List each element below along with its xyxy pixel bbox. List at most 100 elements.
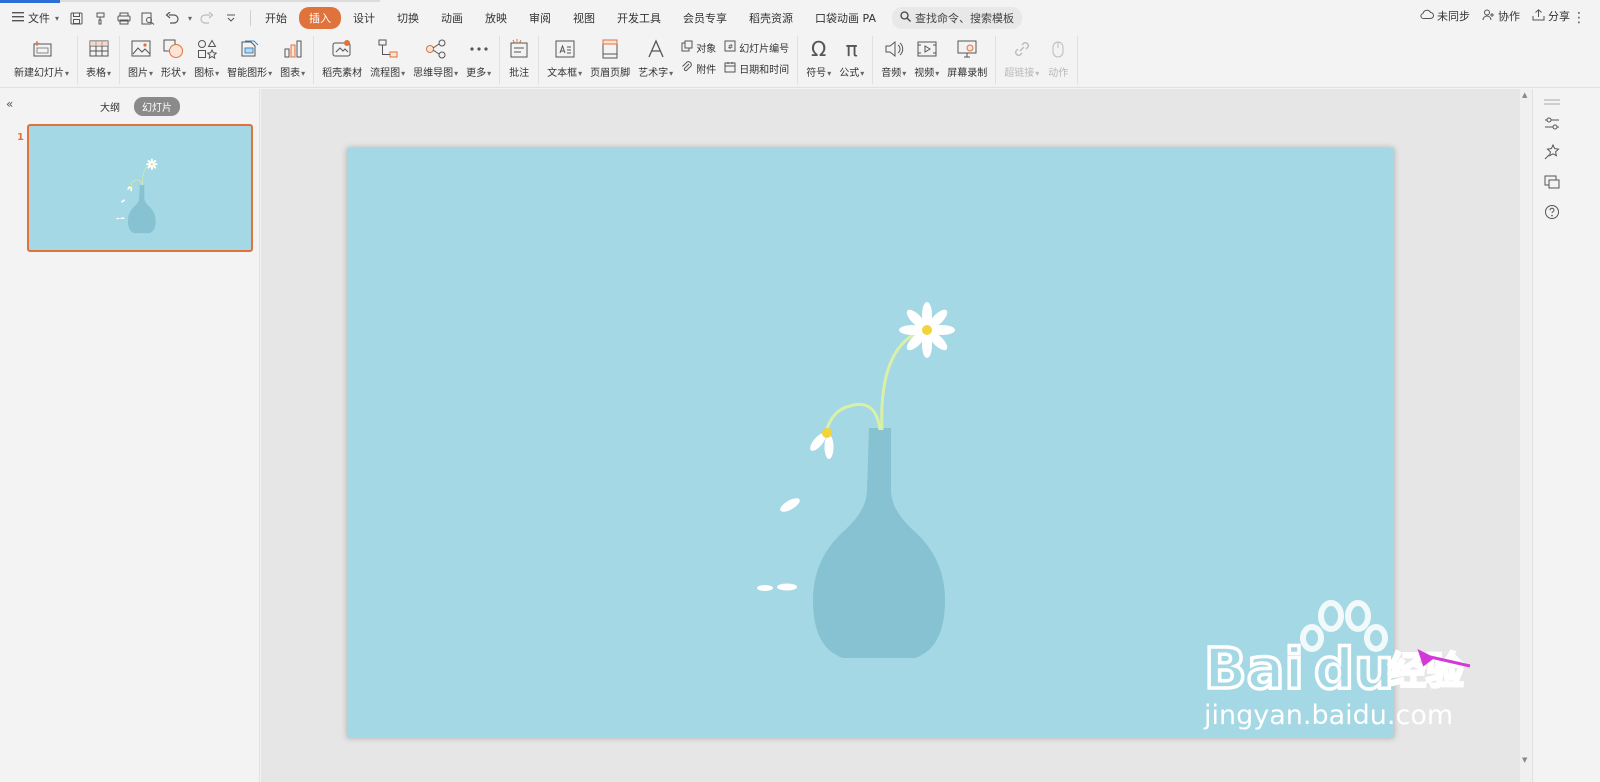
chevron-down-icon: ▾ <box>65 69 70 78</box>
tab-view[interactable]: 视图 <box>563 7 605 29</box>
video-button[interactable]: 视频▾ <box>910 36 943 79</box>
undo-icon[interactable] <box>163 9 181 27</box>
mindmap-button[interactable]: 思维导图▾ <box>409 36 462 79</box>
tab-review[interactable]: 审阅 <box>519 7 561 29</box>
flowchart-icon <box>377 38 399 60</box>
header-footer-button[interactable]: 页眉页脚 <box>586 36 634 79</box>
small-buttons-col-1: 对象 附件 <box>677 36 720 76</box>
paperclip-icon <box>681 61 693 76</box>
svg-text:#: # <box>728 43 734 51</box>
new-slide-button[interactable]: 新建幻灯片▾ <box>10 36 73 79</box>
picture-button[interactable]: 图片▾ <box>124 36 157 79</box>
audio-button[interactable]: 音频▾ <box>877 36 910 79</box>
slide-number: 1 <box>17 132 24 143</box>
scroll-down-icon[interactable]: ▼ <box>1522 756 1527 764</box>
smartart-button[interactable]: 智能图形▾ <box>223 36 276 79</box>
chevron-down-icon: ▾ <box>1035 69 1040 78</box>
hyperlink-button[interactable]: 超链接▾ <box>1000 36 1043 79</box>
more-button[interactable]: 更多▾ <box>462 36 495 79</box>
table-button[interactable]: 表格▾ <box>82 36 115 79</box>
docer-material-button[interactable]: 稻壳素材 <box>318 36 366 79</box>
slide-transition-icon[interactable] <box>1543 173 1561 191</box>
tab-developer[interactable]: 开发工具 <box>607 7 671 29</box>
mouse-icon <box>1047 38 1069 60</box>
action-button[interactable]: 动作 <box>1043 36 1073 79</box>
customize-toolbar-icon[interactable] <box>222 9 240 27</box>
file-menu[interactable]: 文件 ▾ <box>0 6 67 30</box>
hyperlink-label: 超链接 <box>1004 68 1035 79</box>
textbox-button[interactable]: 文本框▾ <box>543 36 586 79</box>
object-icon <box>681 40 693 55</box>
chevron-down-icon: ▾ <box>902 69 907 78</box>
symbol-button[interactable]: Ω 符号▾ <box>802 36 835 79</box>
shape-button[interactable]: 形状▾ <box>157 36 190 79</box>
new-slide-icon <box>31 38 53 60</box>
collapse-panel-icon[interactable]: « <box>6 97 13 111</box>
tab-member[interactable]: 会员专享 <box>673 7 737 29</box>
tab-animations[interactable]: 动画 <box>431 7 473 29</box>
tab-design[interactable]: 设计 <box>343 7 385 29</box>
date-time-button[interactable]: 日期和时间 <box>724 61 789 76</box>
table-icon <box>88 38 110 60</box>
slide-number-button[interactable]: # 幻灯片编号 <box>724 40 789 55</box>
help-icon[interactable] <box>1543 203 1561 221</box>
slide[interactable] <box>347 148 1394 738</box>
screen-record-button[interactable]: 屏幕录制 <box>943 36 991 79</box>
tab-home[interactable]: 开始 <box>255 7 297 29</box>
share-button[interactable]: 分享 <box>1532 8 1570 24</box>
save-icon[interactable] <box>67 9 85 27</box>
chevron-down-icon: ▾ <box>827 69 832 78</box>
comment-button[interactable]: 批注 <box>504 36 534 79</box>
chevron-down-icon: ▾ <box>107 69 112 78</box>
chevron-down-icon: ▾ <box>935 69 940 78</box>
sync-button[interactable]: 未同步 <box>1420 8 1470 24</box>
object-button[interactable]: 对象 <box>681 40 716 55</box>
pane-grip-icon <box>1543 93 1561 111</box>
collaborate-button[interactable]: 协作 <box>1482 8 1520 24</box>
vertical-scrollbar[interactable]: ▲ ▼ <box>1520 89 1532 782</box>
wordart-button[interactable]: 艺术字▾ <box>634 36 677 79</box>
symbol-label: 符号 <box>806 68 827 79</box>
flowchart-button[interactable]: 流程图▾ <box>366 36 409 79</box>
ellipsis-icon <box>468 38 490 60</box>
panel-view-tabs: 大纲 幻灯片 <box>92 97 180 116</box>
slide-thumbnail[interactable] <box>27 124 253 252</box>
tab-slides[interactable]: 幻灯片 <box>134 97 180 116</box>
tab-insert[interactable]: 插入 <box>299 7 342 29</box>
tab-slideshow[interactable]: 放映 <box>475 7 517 29</box>
properties-sliders-icon[interactable] <box>1543 115 1561 133</box>
undo-dropdown-icon[interactable]: ▾ <box>188 14 192 23</box>
file-menu-label: 文件 <box>28 12 50 25</box>
ribbon-group-illustrations: 图片▾ 形状▾ 图标▾ 智能图形▾ 图表▾ <box>120 36 315 84</box>
more-options-icon[interactable]: ⋮ <box>1572 10 1586 26</box>
chart-button[interactable]: 图表▾ <box>276 36 309 79</box>
redo-icon[interactable] <box>198 9 216 27</box>
menu-bar: 文件 ▾ ▾ 开始 插入 设计 切换 动画 放映 审阅 视图 开发工具 会员专享… <box>0 0 1600 36</box>
tab-docer-resources[interactable]: 稻壳资源 <box>739 7 803 29</box>
smartart-icon <box>239 38 261 60</box>
command-search[interactable]: 查找命令、搜索模板 <box>891 7 1022 29</box>
tab-transitions[interactable]: 切换 <box>387 7 429 29</box>
icon-button[interactable]: 图标▾ <box>190 36 223 79</box>
tab-outline[interactable]: 大纲 <box>92 97 128 116</box>
tab-pocket-animation[interactable]: 口袋动画 PA <box>805 7 886 29</box>
ribbon-group-comments: 批注 <box>500 36 540 84</box>
flowchart-label: 流程图 <box>370 68 401 79</box>
print-preview-icon[interactable] <box>139 9 157 27</box>
format-painter-icon[interactable] <box>91 9 109 27</box>
scroll-up-icon[interactable]: ▲ <box>1522 91 1527 99</box>
search-icon <box>900 11 911 25</box>
table-label: 表格 <box>86 68 107 79</box>
attachment-button[interactable]: 附件 <box>681 61 716 76</box>
chevron-down-icon: ▾ <box>454 69 459 78</box>
screen-record-icon <box>956 38 978 60</box>
animation-star-icon[interactable] <box>1543 143 1561 161</box>
formula-button[interactable]: π 公式▾ <box>835 36 868 79</box>
hamburger-icon <box>12 11 24 25</box>
video-label: 视频 <box>914 68 935 79</box>
collaborate-label: 协作 <box>1498 10 1520 23</box>
video-icon <box>916 38 938 60</box>
mindmap-icon <box>425 38 447 60</box>
print-icon[interactable] <box>115 9 133 27</box>
chevron-down-icon: ▾ <box>182 69 187 78</box>
